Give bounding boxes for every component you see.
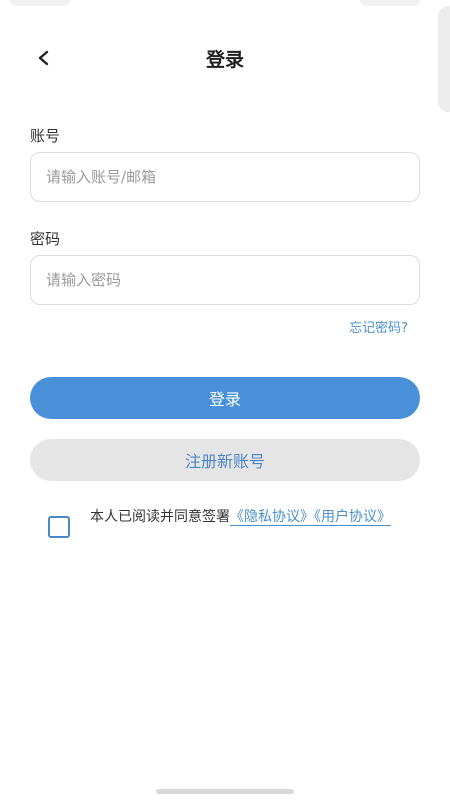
header: 登录 bbox=[0, 36, 450, 80]
agreement-row: 本人已阅读并同意签署《隐私协议》《用户协议》 bbox=[48, 509, 420, 549]
home-indicator[interactable] bbox=[156, 789, 294, 794]
password-label: 密码 bbox=[30, 230, 61, 248]
status-bar-left bbox=[10, 0, 70, 6]
agreement-checkbox[interactable] bbox=[48, 516, 70, 538]
account-label: 账号 bbox=[30, 127, 61, 145]
account-input-box[interactable] bbox=[30, 152, 420, 202]
account-input[interactable] bbox=[31, 153, 419, 201]
privacy-policy-link[interactable]: 《隐私协议》 bbox=[230, 509, 314, 526]
register-button[interactable]: 注册新账号 bbox=[30, 439, 420, 481]
status-bar-right bbox=[360, 0, 420, 6]
password-input[interactable] bbox=[31, 256, 419, 304]
page-title: 登录 bbox=[205, 49, 244, 71]
login-button[interactable]: 登录 bbox=[30, 377, 420, 419]
password-input-box[interactable] bbox=[30, 255, 420, 305]
forgot-password-link[interactable]: 忘记密码? bbox=[349, 317, 408, 336]
agreement-prefix: 本人已阅读并同意签署 bbox=[90, 509, 230, 525]
user-agreement-link[interactable]: 《用户协议》 bbox=[314, 509, 391, 526]
agreement-text: 本人已阅读并同意签署《隐私协议》《用户协议》 bbox=[90, 509, 420, 526]
